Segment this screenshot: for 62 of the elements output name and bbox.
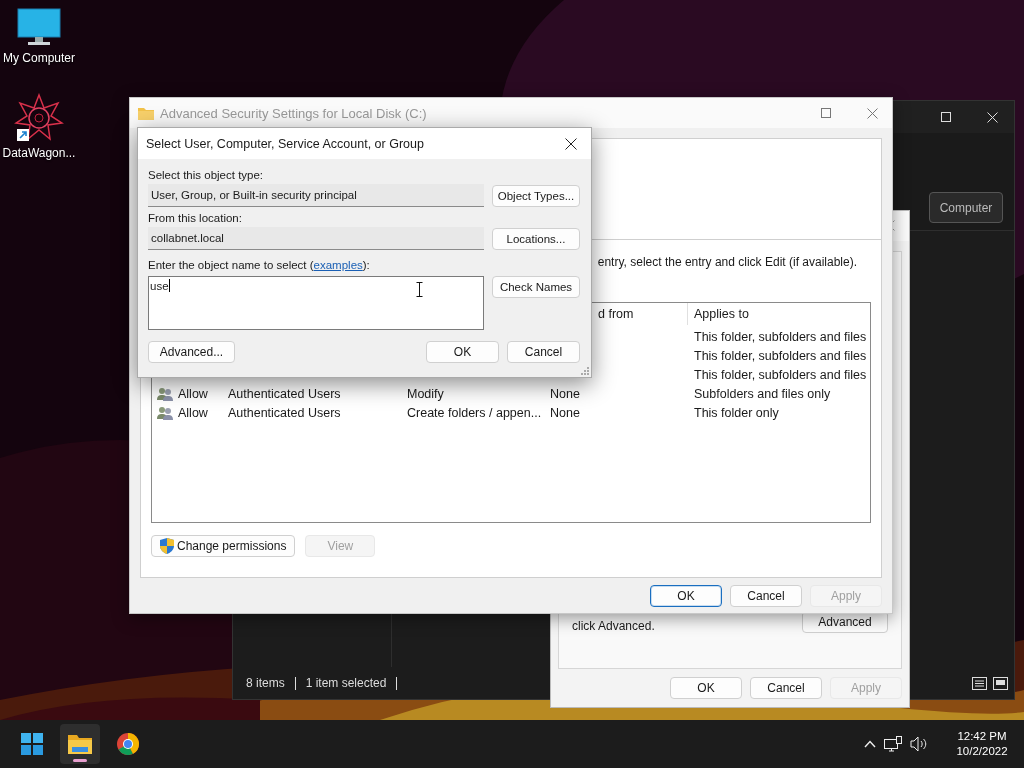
check-names-button[interactable]: Check Names [492,276,580,298]
field-label: Enter the object name to select (examples): [148,259,371,273]
users-icon [157,405,173,420]
maximize-icon [941,112,951,122]
instruction-text: entry, select the entry and click Edit (if available). [597,255,857,271]
desktop-icon-label[interactable]: My Computer [3,51,75,65]
desktop-icon-label[interactable]: DataWagon... [2,146,76,160]
location-field: collabnet.local [148,227,484,250]
window-title: Advanced Security Settings for Local Disk (C:) [160,105,427,121]
windows-logo-icon [21,733,43,755]
starburst-shortcut-icon[interactable] [14,93,64,143]
cancel-button[interactable]: Cancel [507,341,580,363]
monitor-icon[interactable] [17,8,61,48]
dialog-button[interactable]: OK [670,677,742,699]
locations-button[interactable]: Locations... [492,227,580,250]
taskbar-button[interactable] [60,724,100,764]
table-cell-text: Allow [178,386,209,401]
table-cell-text: None [550,386,581,401]
object-name-field[interactable]: use [148,276,484,330]
text-cursor-icon [416,282,423,297]
maximize-icon [821,108,831,118]
clock-time[interactable]: 12:42 PM [957,729,1007,744]
table-cell-text: This folder, subfolders and files [693,329,868,344]
column-header[interactable]: Applies to [687,303,870,325]
volume-icon[interactable] [910,736,928,752]
table-cell-text: Subfolders and files only [693,386,832,401]
dialog-button[interactable]: Cancel [750,677,822,699]
chevron-up-icon[interactable] [864,740,876,748]
folder-icon [68,734,92,754]
field-label: Select this object type: [148,169,265,183]
status-text: 8 items [246,676,285,690]
table-cell-text: None [550,405,581,420]
shield-icon [160,538,174,554]
table-cell-text: Modify [407,386,445,401]
dialog-title: Select User, Computer, Service Account, or Group [146,136,424,151]
hint-text: click Advanced. [572,619,655,633]
table-cell-text: Allow [178,405,209,420]
table-cell-text: Create folders / appen... [407,405,543,420]
search-field[interactable]: Computer [929,192,1003,223]
examples-link[interactable]: examples [313,259,363,271]
clock-date[interactable]: 10/2/2022 [956,744,1008,759]
object-types-button[interactable]: Object Types... [492,184,580,207]
ok-button[interactable]: OK [426,341,499,363]
table-cell-text: This folder, subfolders and files [693,367,868,382]
folder-icon [138,106,154,120]
status-text: 1 item selected [305,676,387,690]
table-cell-text: This folder, subfolders and files [693,348,868,363]
details-view-icon[interactable] [972,676,987,690]
network-icon[interactable] [884,736,902,752]
table-cell-text: Authenticated Users [228,386,342,401]
resize-grip-icon[interactable] [581,367,589,375]
browser-icon [117,733,139,755]
advanced-button[interactable]: Advanced... [148,341,235,363]
table-cell-text: Authenticated Users [228,405,342,420]
object-type-field: User, Group, or Built-in security principal [148,184,484,207]
users-icon [157,386,173,401]
field-label: From this location: [148,212,243,226]
change-permissions-button[interactable]: Change permissions [151,535,296,557]
tiles-view-icon[interactable] [993,676,1008,690]
dialog-button[interactable]: OK [650,584,722,607]
table-cell-text: This folder only [693,405,780,420]
dialog-button[interactable]: Cancel [730,584,802,607]
